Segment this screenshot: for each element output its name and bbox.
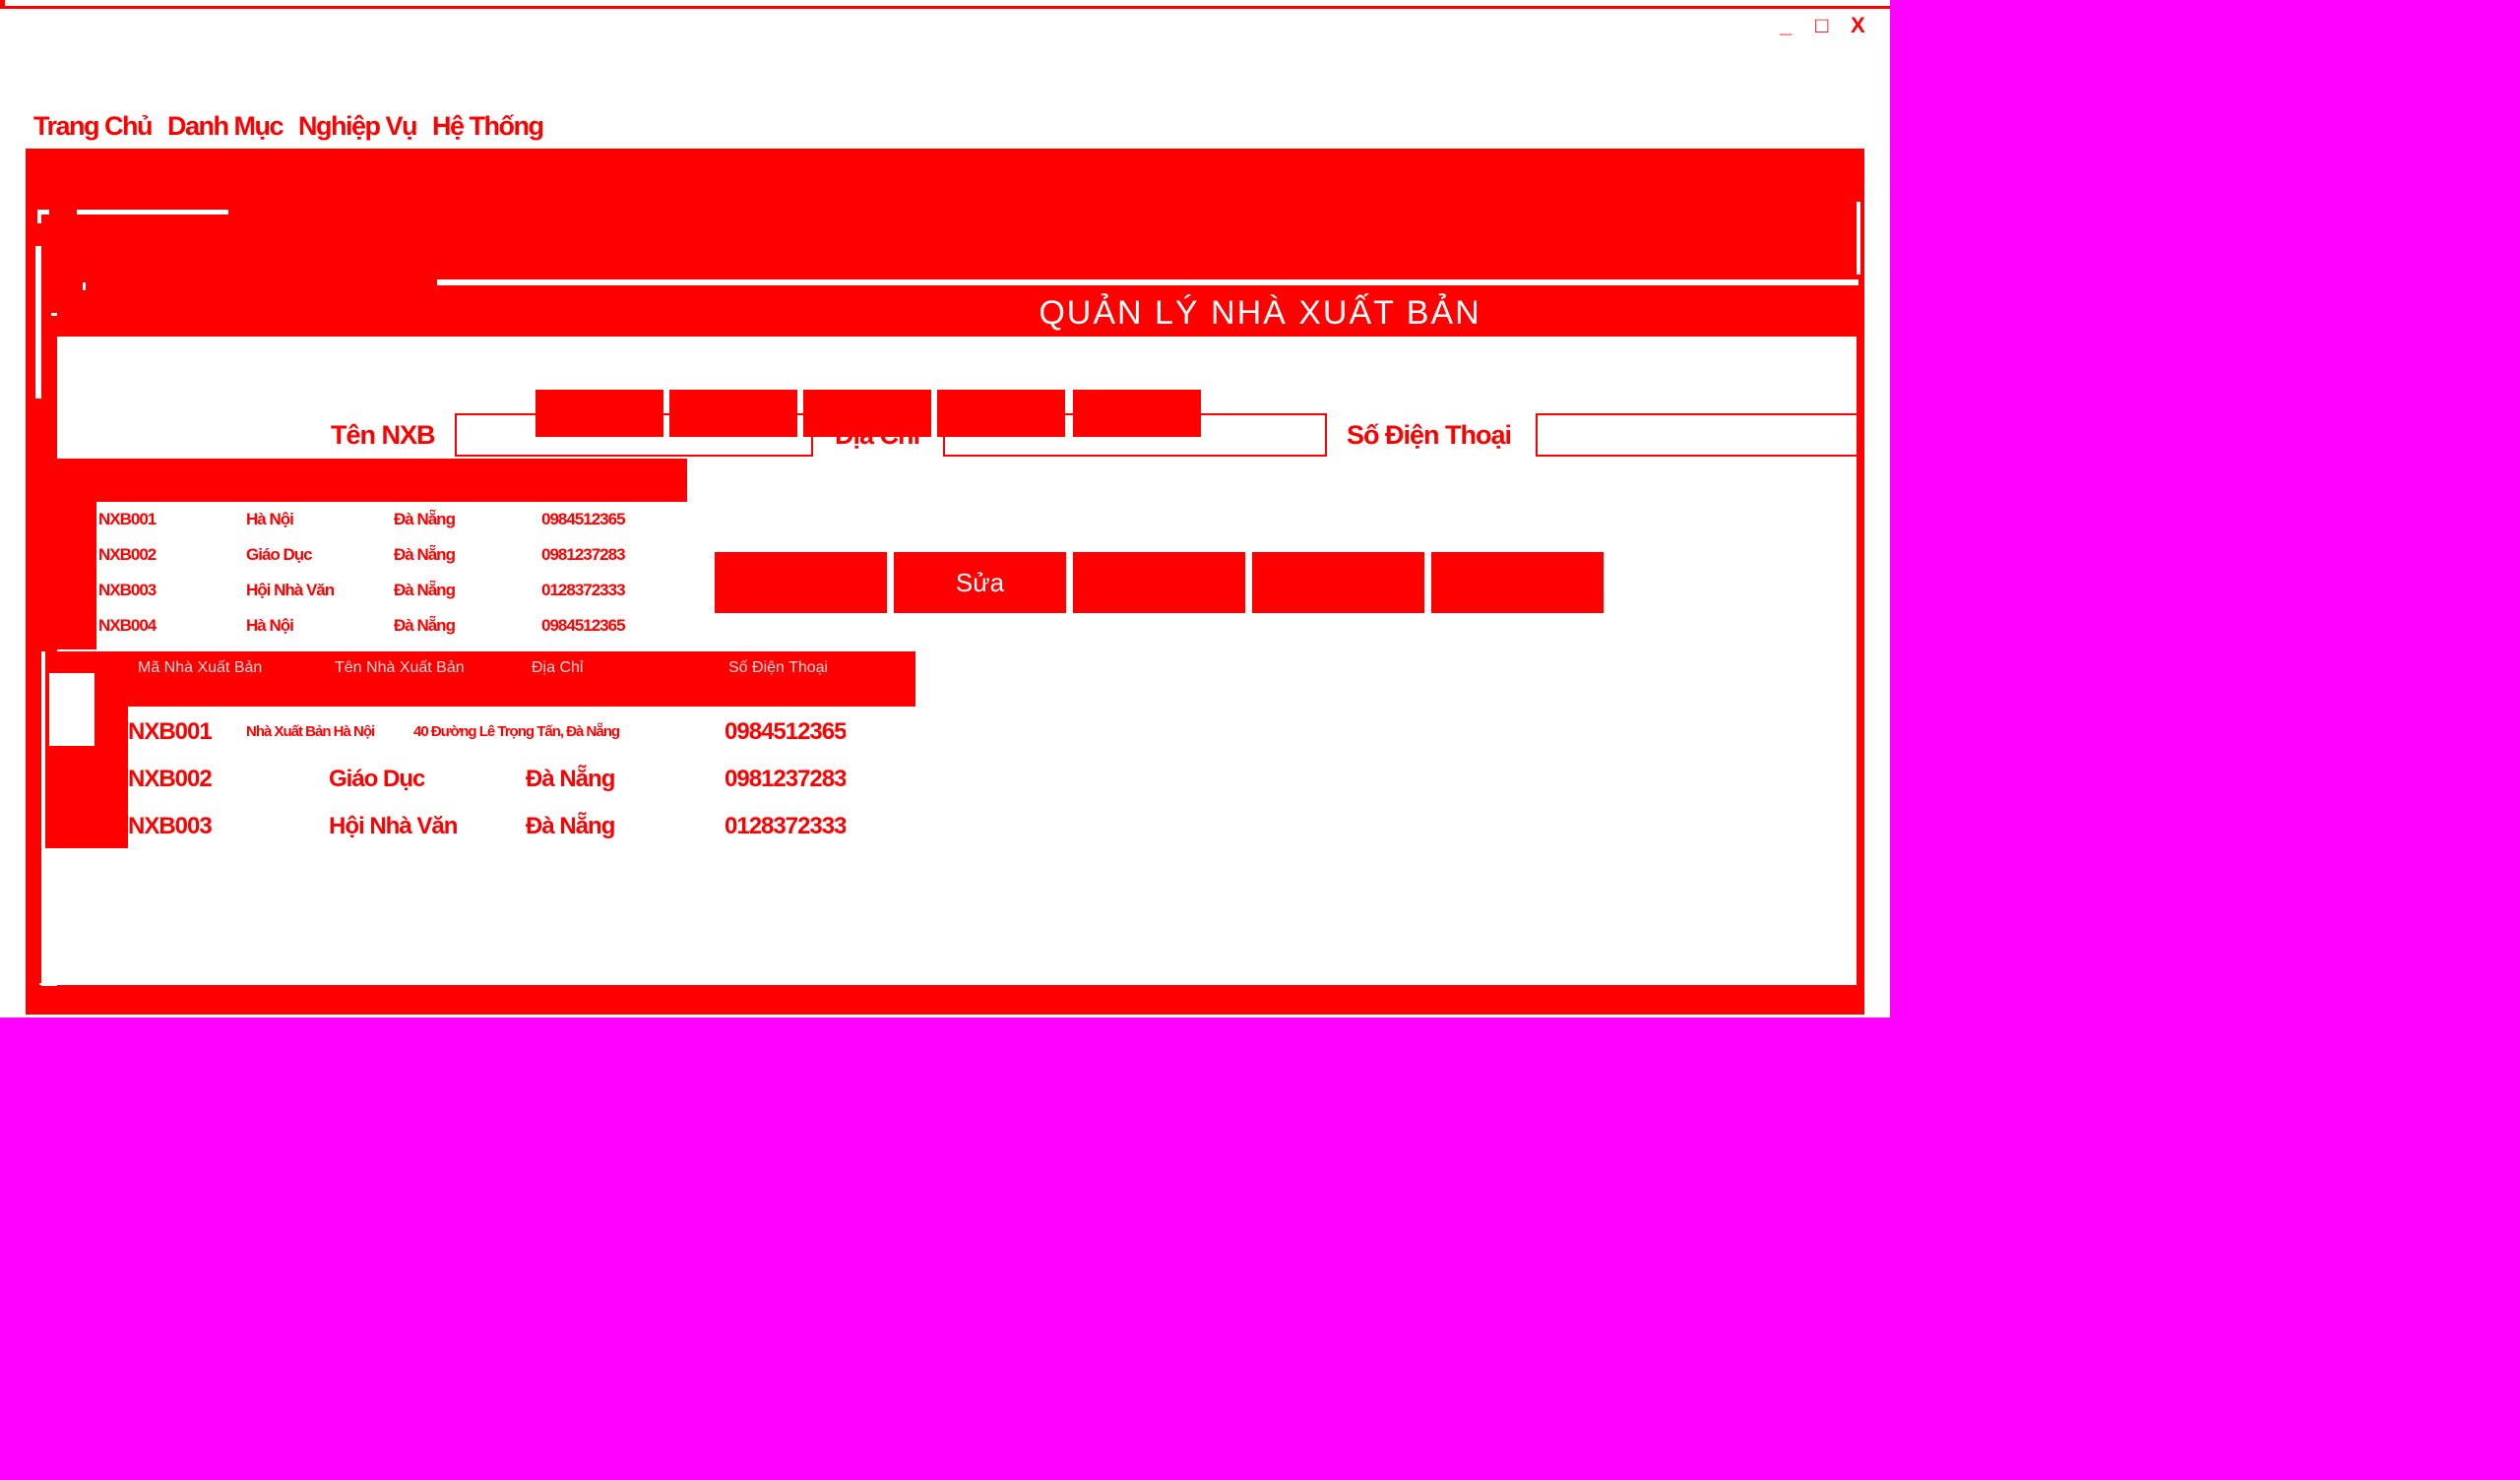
grid-cell-sdt: 0984512365 bbox=[724, 718, 847, 745]
window-corner-mark bbox=[0, 0, 5, 9]
menu-nghiep-vu[interactable]: Nghiệp Vụ bbox=[298, 106, 418, 146]
list-cell-dia-chi: Đà Nẵng bbox=[394, 510, 456, 528]
grid-cell-sdt: 0981237283 bbox=[724, 766, 847, 792]
tab-tick bbox=[83, 282, 86, 290]
list-cell-ten: Hà Nội bbox=[246, 616, 294, 635]
list-item[interactable]: NXB001 Hà Nội Đà Nẵng 0984512365 bbox=[98, 502, 689, 537]
so-dien-thoai-field[interactable] bbox=[1536, 413, 1858, 457]
list-cell-sdt: 0981237283 bbox=[541, 545, 626, 564]
list-cell-dia-chi: Đà Nẵng bbox=[394, 545, 456, 564]
list-cell-ma: NXB004 bbox=[98, 616, 157, 635]
toolbar-button-4[interactable] bbox=[937, 390, 1065, 437]
action-button-5[interactable] bbox=[1431, 552, 1604, 613]
list-item[interactable]: NXB002 Giáo Dục Đà Nẵng 0981237283 bbox=[98, 537, 689, 573]
list-side-bar bbox=[57, 502, 96, 649]
grid-cell-dia-chi: Đà Nẵng bbox=[526, 813, 615, 839]
tab-tick bbox=[51, 313, 57, 316]
list-cell-ten: Giáo Dục bbox=[246, 545, 313, 564]
toolbar-button-3[interactable] bbox=[803, 390, 931, 437]
grid-cell-ma: NXB002 bbox=[128, 766, 213, 792]
list-cell-ten: Hà Nội bbox=[246, 510, 294, 528]
header-right-line bbox=[1857, 202, 1860, 275]
list-cell-ma: NXB002 bbox=[98, 545, 157, 564]
menu-trang-chu[interactable]: Trang Chủ bbox=[33, 106, 154, 146]
list-cell-ma: NXB001 bbox=[98, 510, 157, 528]
tab-mark bbox=[37, 210, 41, 223]
grid-cell-dia-chi: 40 Đường Lê Trọng Tấn, Đà Nẵng bbox=[413, 723, 620, 740]
list-cell-ten: Hội Nhà Văn bbox=[246, 581, 335, 599]
menu-he-thong[interactable]: Hệ Thống bbox=[432, 106, 544, 146]
grid-header-ten[interactable]: Tên Nhà Xuất Bản bbox=[335, 659, 465, 677]
grid-cell-ten: Nhà Xuất Bản Hà Nội bbox=[246, 723, 375, 740]
page-title: QUẢN LÝ NHÀ XUẤT BẢN bbox=[1039, 294, 1481, 332]
list-cell-ma: NXB003 bbox=[98, 581, 157, 599]
action-button-3[interactable] bbox=[1073, 552, 1245, 613]
grid-cell-ten: Giáo Dục bbox=[329, 766, 425, 792]
table-row[interactable]: NXB002 Giáo Dục Đà Nẵng 0981237283 bbox=[128, 756, 915, 803]
list-cell-dia-chi: Đà Nẵng bbox=[394, 581, 456, 599]
header-rule bbox=[437, 279, 1858, 285]
action-button-sua[interactable]: Sửa bbox=[894, 552, 1066, 613]
list-cell-sdt: 0984512365 bbox=[541, 510, 626, 528]
close-button[interactable]: X bbox=[1851, 14, 1865, 37]
so-dien-thoai-label: Số Điện Thoại bbox=[1347, 420, 1512, 450]
list-item[interactable]: NXB003 Hội Nhà Văn Đà Nẵng 0128372333 bbox=[98, 573, 689, 608]
list-header-bar bbox=[57, 459, 687, 502]
toolbar-button-1[interactable] bbox=[536, 390, 663, 437]
grid-header-sdt[interactable]: Số Điện Thoại bbox=[728, 659, 828, 677]
grid-header-ma[interactable]: Mã Nhà Xuất Bản bbox=[138, 659, 262, 677]
toolbar-button-2[interactable] bbox=[669, 390, 797, 437]
list-cell-sdt: 0128372333 bbox=[541, 581, 626, 599]
grid-cell-ten: Hội Nhà Văn bbox=[329, 813, 458, 839]
grid-header: Mã Nhà Xuất Bản Tên Nhà Xuất Bản Địa Chỉ… bbox=[96, 651, 915, 707]
action-button-them[interactable] bbox=[715, 552, 887, 613]
minimize-button[interactable]: _ bbox=[1780, 14, 1792, 37]
panel-notch bbox=[1864, 149, 1890, 198]
maximize-button[interactable]: □ bbox=[1815, 14, 1828, 37]
menu-danh-muc[interactable]: Danh Mục bbox=[167, 106, 284, 146]
so-dien-thoai-input[interactable] bbox=[1538, 415, 1857, 455]
ten-nxb-label: Tên NXB bbox=[331, 420, 436, 450]
tab-left-line bbox=[35, 246, 41, 399]
menu-bar: Trang Chủ Danh Mục Nghiệp Vụ Hệ Thống bbox=[33, 106, 544, 146]
action-button-4[interactable] bbox=[1252, 552, 1424, 613]
list-cell-sdt: 0984512365 bbox=[541, 616, 626, 635]
grid-cell-ma: NXB003 bbox=[128, 813, 213, 839]
grid-header-dia-chi[interactable]: Địa Chỉ bbox=[532, 659, 583, 677]
window-top-border bbox=[0, 6, 1890, 9]
grid-cell-ma: NXB001 bbox=[128, 718, 213, 745]
table-row[interactable]: NXB003 Hội Nhà Văn Đà Nẵng 0128372333 bbox=[128, 803, 915, 850]
tab-underline bbox=[77, 210, 228, 215]
table-row[interactable]: NXB001 Nhà Xuất Bản Hà Nội 40 Đường Lê T… bbox=[128, 709, 915, 756]
toolbar-button-5[interactable] bbox=[1073, 390, 1201, 437]
list-item[interactable]: NXB004 Hà Nội Đà Nẵng 0984512365 bbox=[98, 608, 689, 644]
grid-cell-dia-chi: Đà Nẵng bbox=[526, 766, 615, 792]
grid-corner-cell bbox=[49, 673, 94, 746]
form-area-bottom bbox=[39, 983, 1857, 985]
grid-cell-sdt: 0128372333 bbox=[724, 813, 847, 839]
list-cell-dia-chi: Đà Nẵng bbox=[394, 616, 456, 635]
